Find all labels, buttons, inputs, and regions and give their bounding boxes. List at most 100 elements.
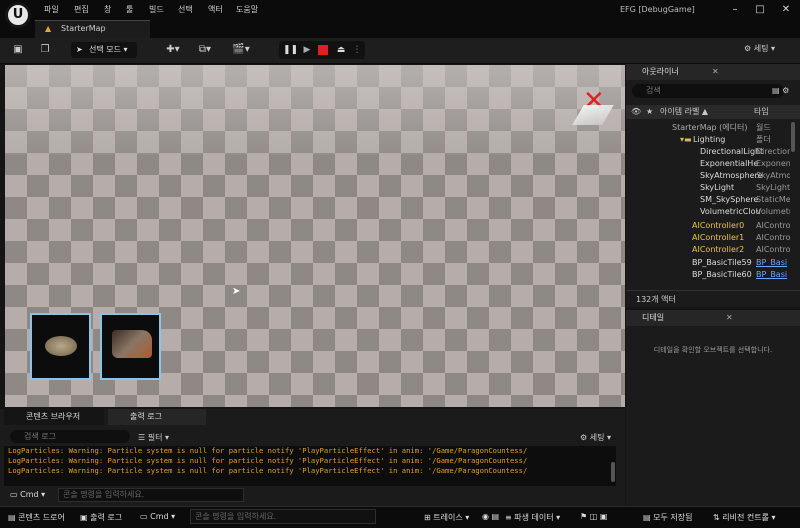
menu-help[interactable]: 도움말 xyxy=(236,4,258,15)
tree-row[interactable]: SkyAtmosphere SkyAtmo xyxy=(626,170,790,182)
log-output: LogParticles: Warning: Particle system i… xyxy=(4,446,616,486)
menu-tools[interactable]: 툴 xyxy=(126,4,133,15)
trace-label: 트레이스 xyxy=(433,513,463,522)
revision-control-button[interactable]: ⇅ 리비전 컨트롤 ▾ xyxy=(713,512,776,523)
item-slot-gun[interactable] xyxy=(100,313,161,380)
close-icon[interactable]: ✕ xyxy=(775,2,797,18)
gun-icon xyxy=(112,330,152,358)
tab-startermap[interactable]: ▲ StarterMap xyxy=(35,20,150,38)
details-panel: 디테일 ✕ xyxy=(626,310,800,506)
menu-actor[interactable]: 액터 xyxy=(208,4,223,15)
menu-build[interactable]: 빌드 xyxy=(149,4,164,15)
menu-file[interactable]: 파일 xyxy=(44,4,59,15)
item-slot-coin[interactable] xyxy=(30,313,91,380)
cmd-button[interactable]: ▭ Cmd ▾ xyxy=(10,490,45,499)
details-tab[interactable]: 디테일 ✕ xyxy=(626,310,800,326)
filter-label: 필터 xyxy=(147,433,163,442)
log-settings-label: 세팅 xyxy=(589,433,605,442)
source-icons[interactable]: ⚑ ◫ ▣ xyxy=(580,512,607,521)
status-console-input[interactable]: 콘솔 명령을 입력하세요. xyxy=(190,509,376,524)
settings-label: 세팅 xyxy=(753,44,769,53)
folder-add-icon[interactable]: ▤ ⚙ xyxy=(772,86,789,95)
trace-button[interactable]: ⊞ 트레이스 ▾ xyxy=(424,512,469,523)
close-icon[interactable]: ✕ xyxy=(712,64,719,80)
content-drawer-label: 콘텐츠 드로어 xyxy=(18,513,65,522)
record-icon[interactable]: ◉ ▤ xyxy=(482,512,499,521)
tree-row[interactable]: AIController0 AIControl xyxy=(626,220,790,232)
tab-label: StarterMap xyxy=(61,24,106,33)
content-drawer-button[interactable]: ▤ 콘텐츠 드로어 xyxy=(8,512,65,523)
log-line: LogParticles: Warning: Particle system i… xyxy=(8,446,528,455)
tab-content-label: 콘텐츠 브라우저 xyxy=(26,412,81,421)
status-cmd-label: Cmd xyxy=(150,512,169,521)
star-icon[interactable]: ★ xyxy=(646,105,653,119)
tab-log-label: 출력 로그 xyxy=(130,412,162,421)
tree-row[interactable]: BP_BasicTile60 BP_Basi xyxy=(626,269,790,281)
log-settings-button[interactable]: ⚙ 세팅 ▾ xyxy=(580,432,611,443)
browse-icon[interactable]: ❐ xyxy=(36,42,54,58)
log-line: LogParticles: Warning: Particle system i… xyxy=(8,456,528,465)
output-log-label: 출력 로그 xyxy=(90,513,123,522)
eject-icon[interactable]: ⏏ xyxy=(334,44,348,56)
outliner-search[interactable]: 검색 xyxy=(632,84,784,98)
level-viewport[interactable] xyxy=(5,65,625,407)
tab-content-browser[interactable]: 콘텐츠 브라우저 xyxy=(4,409,104,425)
output-log-button[interactable]: ▣ 출력 로그 xyxy=(80,512,122,523)
tab-output-log[interactable]: 출력 로그 xyxy=(108,409,206,425)
tree-row[interactable]: AIController1 AIControl xyxy=(626,232,790,244)
tree-row[interactable]: AIController2 AIControl xyxy=(626,244,790,256)
select-mode-button[interactable]: ➤ 선택 모드 ▾ xyxy=(71,42,137,58)
tree-row[interactable]: StarterMap (에디터) 월드 xyxy=(626,122,790,134)
add-actor-icon[interactable]: ✚▾ xyxy=(161,42,185,58)
more-icon[interactable]: ⋮ xyxy=(350,44,364,56)
app-title: EFG [DebugGame] xyxy=(620,5,695,14)
derived-data-button[interactable]: ≡ 파생 데이터 ▾ xyxy=(505,512,560,523)
tree-row[interactable]: SM_SkySphere StaticMe xyxy=(626,194,790,206)
outliner-tab-label: 아웃라이너 xyxy=(642,67,679,76)
level-icon: ▲ xyxy=(45,24,52,33)
save-icon[interactable]: ▣ xyxy=(9,42,27,58)
menu-edit[interactable]: 편집 xyxy=(74,4,89,15)
minimize-icon[interactable]: – xyxy=(724,2,746,18)
step-icon[interactable]: ▶ xyxy=(300,44,314,56)
tree-row[interactable]: ExponentialHeExponent xyxy=(626,158,790,170)
status-cmd-button[interactable]: ▭ Cmd ▾ xyxy=(140,512,175,521)
play-controls: ❚❚ ▶ ⏏ ⋮ xyxy=(279,41,365,59)
actor-count: 132개 액터 xyxy=(626,290,800,307)
tree-row[interactable]: BP_BasicTile59 BP_Basi xyxy=(626,257,790,269)
maximize-icon[interactable]: □ xyxy=(749,2,771,18)
revision-label: 리비전 컨트롤 xyxy=(722,513,769,522)
settings-button[interactable]: ⚙ 세팅 ▾ xyxy=(744,43,775,54)
menu-window[interactable]: 창 xyxy=(104,4,111,15)
mouse-cursor-icon: ➤ xyxy=(232,286,241,297)
blueprint-icon[interactable]: ⧉▾ xyxy=(193,42,217,58)
log-scrollbar[interactable] xyxy=(611,462,615,482)
save-all-button[interactable]: ▤ 모두 저장됨 xyxy=(643,512,692,523)
cinematics-icon[interactable]: 🎬▾ xyxy=(228,42,254,58)
outliner-scrollbar[interactable] xyxy=(791,122,795,152)
col-label[interactable]: 아이템 라벨 ▲ xyxy=(660,105,708,119)
details-message: 디테일을 확인할 오브젝트를 선택합니다. xyxy=(653,346,773,354)
details-tab-label: 디테일 xyxy=(642,313,665,322)
cmd-label: Cmd xyxy=(20,490,39,499)
derived-data-label: 파생 데이터 xyxy=(514,513,554,522)
log-line: LogParticles: Warning: Particle system i… xyxy=(8,466,528,475)
menu-select[interactable]: 선택 xyxy=(178,4,193,15)
col-type[interactable]: 타입 xyxy=(754,105,769,119)
log-search-input[interactable]: 검색 로그 xyxy=(10,430,130,443)
console-input[interactable]: 콘솔 명령을 입력하세요. xyxy=(58,488,244,502)
tree-row[interactable]: SkyLight SkyLight xyxy=(626,182,790,194)
save-all-label: 모두 저장됨 xyxy=(653,513,693,522)
eye-icon[interactable]: 👁 xyxy=(631,105,641,119)
outliner-tab[interactable]: 아웃라이너 ✕ xyxy=(626,64,800,80)
stop-icon[interactable] xyxy=(318,45,328,55)
filter-button[interactable]: ☰ 필터 ▾ xyxy=(138,432,169,443)
tree-row[interactable]: DirectionalLight Direction xyxy=(626,146,790,158)
cursor-icon: ➤ xyxy=(76,45,83,54)
tree-row[interactable]: ▾▬ Lighting 폴더 xyxy=(626,134,790,146)
pause-icon[interactable]: ❚❚ xyxy=(283,44,298,56)
tree-row[interactable]: VolumetricClouVolumetri xyxy=(626,206,790,218)
unreal-logo: U xyxy=(5,2,31,28)
outliner-header: 👁 ★ 아이템 라벨 ▲ 타입 xyxy=(626,105,800,119)
close-icon[interactable]: ✕ xyxy=(726,310,733,326)
